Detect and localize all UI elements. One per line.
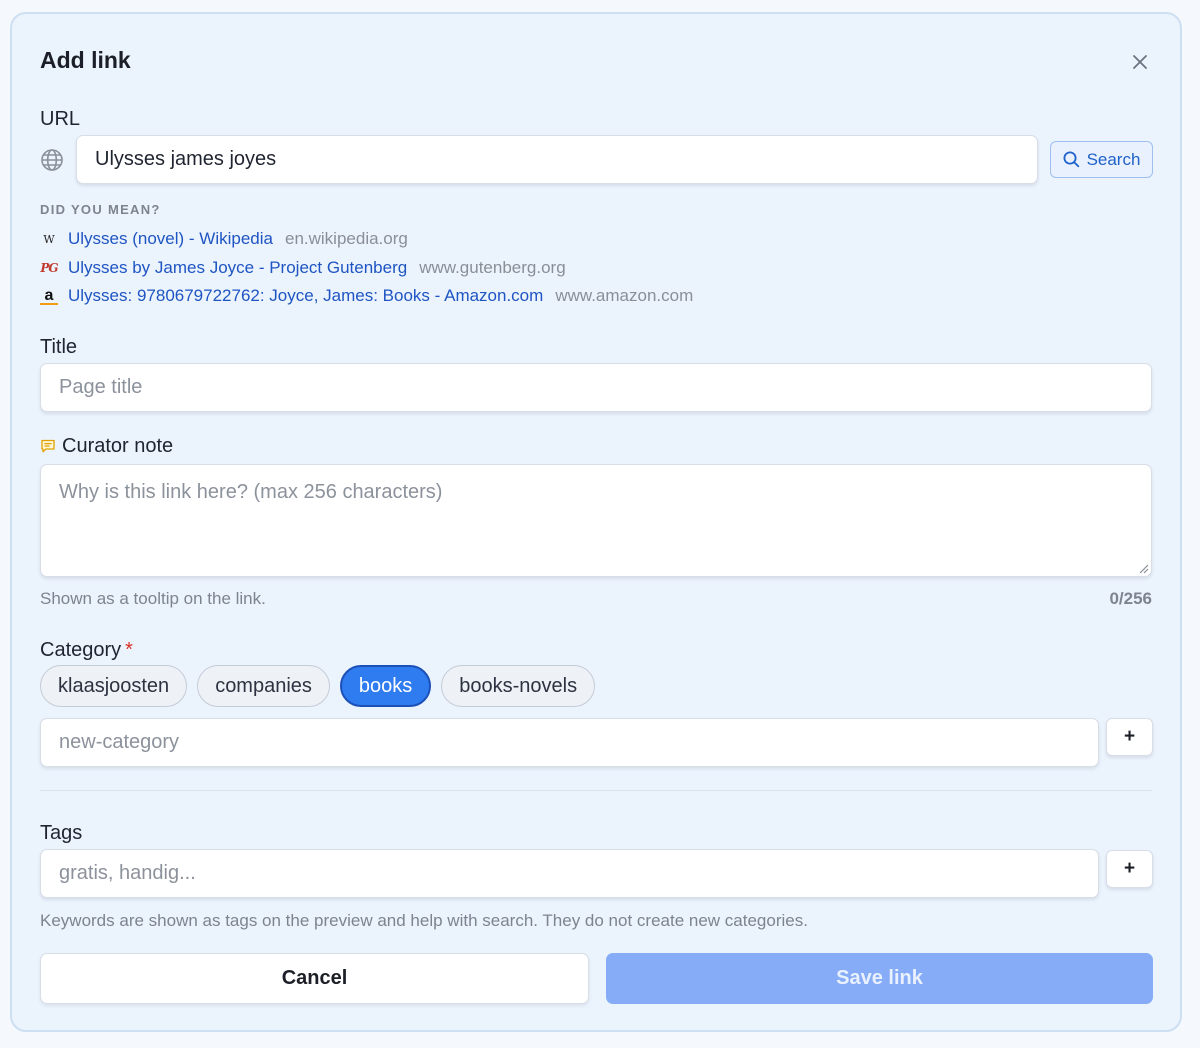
save-link-button[interactable]: Save link [606, 953, 1153, 1004]
section-divider [40, 790, 1152, 791]
gutenberg-icon: PG [40, 261, 58, 275]
category-chip-group: klaasjoosten companies books books-novel… [40, 665, 596, 707]
tags-placeholder: gratis, handig... [59, 862, 196, 884]
new-category-placeholder: new-category [59, 731, 180, 753]
suggestion-item[interactable]: a Ulysses: 9780679722762: Joyce, James: … [40, 284, 693, 308]
cancel-button[interactable]: Cancel [40, 953, 589, 1004]
character-counter: 0/256 [1109, 589, 1152, 608]
search-button[interactable]: Search [1050, 141, 1153, 178]
title-placeholder: Page title [59, 376, 143, 398]
close-icon [1133, 55, 1147, 69]
suggestion-domain: www.gutenberg.org [419, 258, 566, 277]
curator-note-textarea[interactable]: Why is this link here? (max 256 characte… [40, 464, 1152, 577]
url-input[interactable]: Ulysses james joyes [76, 135, 1038, 184]
suggestion-link[interactable]: Ulysses (novel) - Wikipedia [68, 229, 273, 249]
tags-label: Tags [40, 822, 83, 844]
url-input-value: Ulysses james joyes [95, 148, 277, 170]
search-icon [1063, 151, 1079, 168]
category-label-text: Category [40, 639, 122, 661]
resize-handle-icon[interactable] [1137, 562, 1149, 574]
suggestion-item[interactable]: W Ulysses (novel) - Wikipedia en.wikiped… [40, 227, 408, 251]
url-label: URL [40, 108, 81, 130]
curator-note-placeholder: Why is this link here? (max 256 characte… [59, 481, 443, 503]
category-label: Category * [40, 639, 133, 662]
close-button[interactable] [1126, 48, 1154, 76]
add-tag-button[interactable]: + [1106, 850, 1153, 888]
comment-icon [41, 439, 55, 453]
category-chip-klaasjoosten[interactable]: klaasjoosten [40, 665, 188, 707]
search-button-label: Search [1086, 149, 1141, 169]
amazon-icon: a [40, 287, 58, 305]
suggestion-domain: www.amazon.com [555, 286, 694, 305]
new-category-input[interactable]: new-category [40, 718, 1099, 767]
category-chip-companies[interactable]: companies [197, 665, 330, 707]
globe-icon [41, 149, 63, 171]
required-marker: * [125, 639, 133, 661]
suggestion-domain: en.wikipedia.org [285, 229, 408, 248]
category-chip-books[interactable]: books [339, 665, 432, 707]
wikipedia-icon: W [43, 232, 55, 246]
suggestion-link[interactable]: Ulysses: 9780679722762: Joyce, James: Bo… [68, 286, 543, 306]
add-category-button[interactable]: + [1106, 718, 1153, 756]
dialog-title: Add link [40, 47, 131, 73]
curator-note-label: Curator note [62, 435, 174, 457]
title-label: Title [40, 336, 78, 358]
tags-hint: Keywords are shown as tags on the previe… [40, 911, 808, 930]
did-you-mean-heading: DID YOU MEAN? [40, 202, 161, 217]
category-chip-books-novels[interactable]: books-novels [441, 665, 596, 707]
curator-note-hint: Shown as a tooltip on the link. [40, 589, 266, 608]
add-link-dialog: Add link URL Ulysses james joyes Search … [10, 12, 1182, 1032]
suggestion-item[interactable]: PG Ulysses by James Joyce - Project Gute… [40, 256, 566, 280]
tags-input[interactable]: gratis, handig... [40, 849, 1099, 898]
title-input[interactable]: Page title [40, 363, 1152, 412]
suggestion-link[interactable]: Ulysses by James Joyce - Project Gutenbe… [68, 258, 407, 278]
